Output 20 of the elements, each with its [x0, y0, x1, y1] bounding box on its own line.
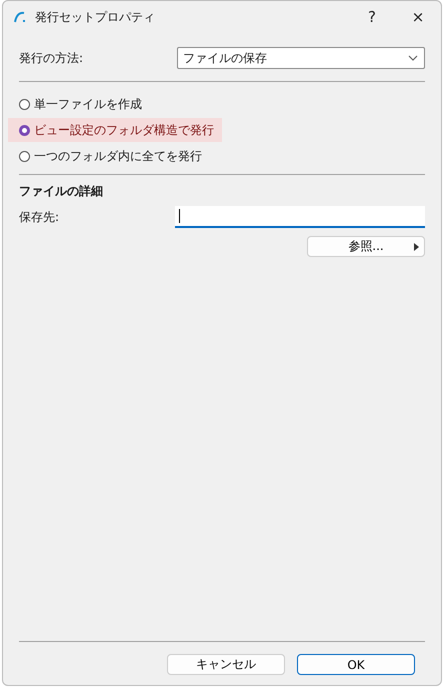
radio-option[interactable]: 単一ファイルを作成	[19, 92, 150, 116]
radio-button[interactable]	[19, 150, 30, 162]
chevron-down-icon	[408, 55, 418, 61]
help-button[interactable]: ?	[349, 1, 395, 33]
ok-button[interactable]: OK	[297, 654, 415, 675]
destination-field[interactable]	[175, 206, 425, 228]
window-title: 発行セットプロパティ	[35, 8, 156, 26]
radio-option[interactable]: ビュー設定のフォルダ構造で発行	[8, 118, 222, 142]
close-button[interactable]: ×	[395, 1, 441, 33]
method-label: 発行の方法:	[19, 50, 84, 66]
arc-icon	[13, 10, 27, 24]
cancel-button[interactable]: キャンセル	[167, 654, 285, 675]
browse-button[interactable]: 参照...	[307, 236, 425, 257]
triangle-right-icon	[414, 243, 419, 251]
radio-button[interactable]	[19, 124, 30, 136]
section-heading: ファイルの詳細	[19, 183, 104, 200]
radio-button[interactable]	[19, 98, 30, 110]
method-dropdown[interactable]: ファイルの保存	[177, 47, 425, 69]
destination-label: 保存先:	[19, 208, 60, 226]
radio-option[interactable]: 一つのフォルダ内に全てを発行	[19, 144, 210, 168]
